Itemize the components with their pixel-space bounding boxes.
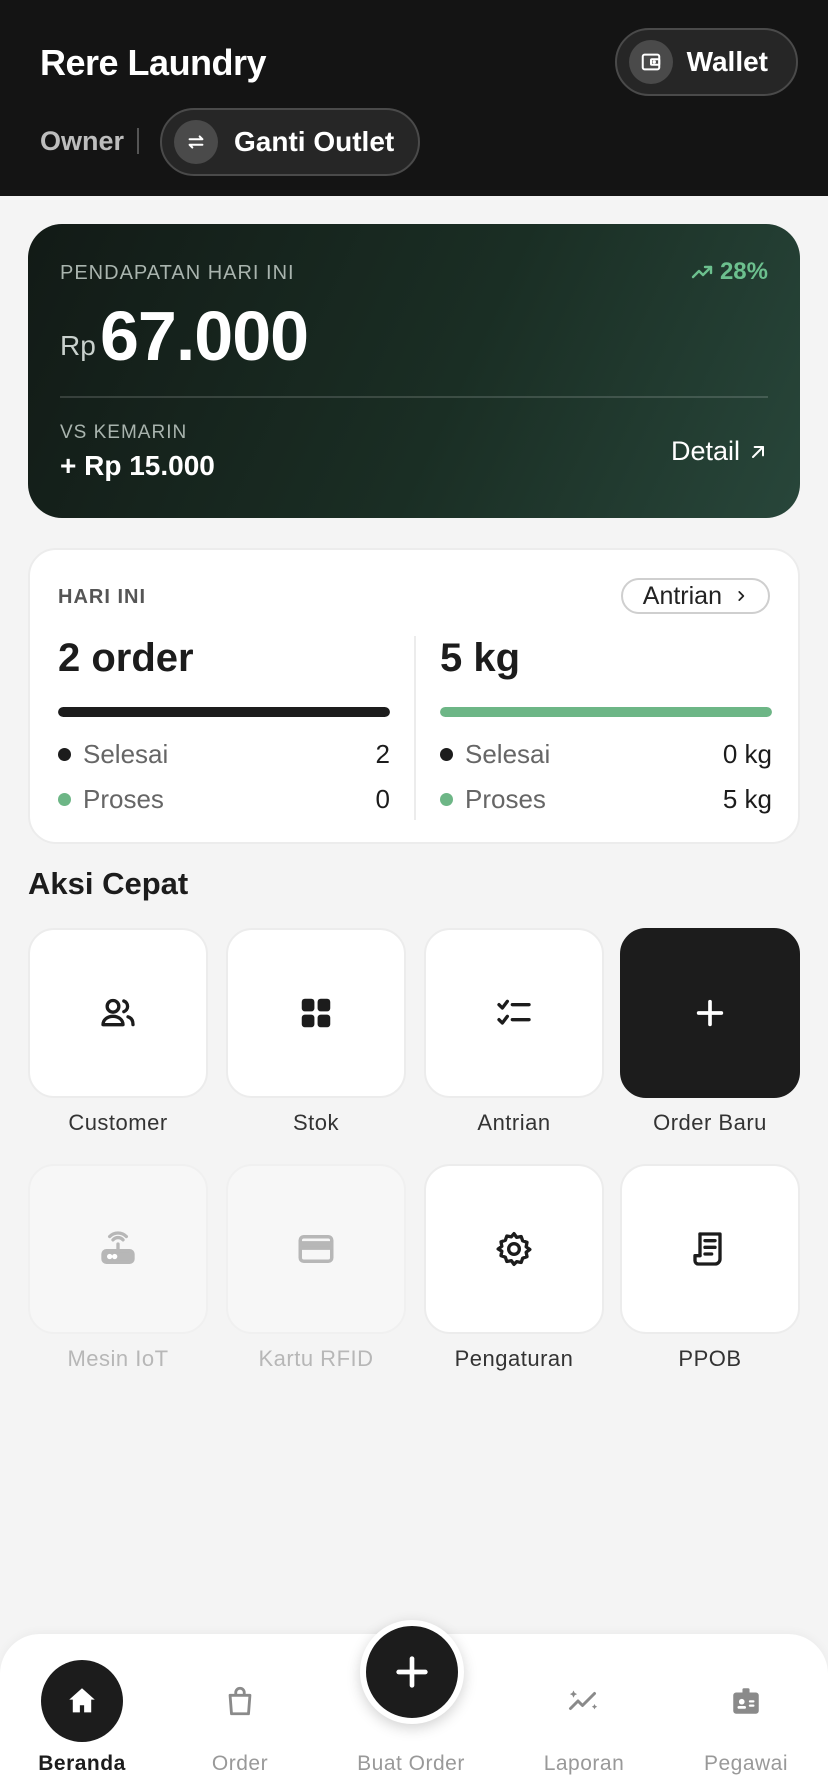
quick-action-label: Mesin IoT bbox=[67, 1346, 169, 1371]
quick-action-new-order[interactable] bbox=[620, 928, 800, 1098]
receipt-icon bbox=[693, 1232, 722, 1266]
quick-action-label: Pengaturan bbox=[454, 1346, 574, 1371]
nav-label: Buat Order bbox=[357, 1752, 465, 1775]
trend-value: 28% bbox=[719, 258, 768, 285]
orders-done-row: Selesai 2 bbox=[58, 739, 390, 770]
user-role: Owner bbox=[40, 126, 125, 156]
column-divider bbox=[414, 636, 416, 820]
quick-action-iot-machine[interactable] bbox=[28, 1164, 208, 1334]
quick-action-label: Customer bbox=[68, 1110, 168, 1135]
weight-process-value: 5 kg bbox=[722, 784, 772, 814]
orders-progress-fill bbox=[58, 707, 390, 717]
trend-up-icon bbox=[691, 265, 713, 279]
users-icon bbox=[101, 998, 135, 1027]
badge-icon bbox=[705, 1660, 787, 1742]
weight-done-value: 0 kg bbox=[722, 739, 772, 769]
header-divider bbox=[137, 128, 139, 154]
quick-action-rfid-card[interactable] bbox=[226, 1164, 406, 1334]
orders-column: 2 order Selesai 2 Proses 0 bbox=[58, 636, 390, 815]
detail-label: Detail bbox=[670, 436, 740, 466]
app-title: Rere Laundry bbox=[40, 42, 267, 83]
status-dot-done bbox=[58, 748, 71, 761]
swap-icon bbox=[174, 120, 218, 164]
orders-process-row: Proses 0 bbox=[58, 784, 390, 815]
status-dot-process bbox=[440, 793, 453, 806]
card-icon bbox=[298, 1235, 334, 1263]
home-icon bbox=[41, 1660, 123, 1742]
orders-done-label: Selesai bbox=[83, 739, 169, 769]
quick-actions-title: Aksi Cepat bbox=[28, 866, 189, 901]
arrow-up-right-icon bbox=[752, 445, 764, 458]
today-label: HARI INI bbox=[58, 586, 146, 608]
vs-yesterday-label: VS KEMARIN bbox=[60, 422, 188, 443]
app-header: Rere Laundry Wallet Owner Ganti Outlet bbox=[0, 0, 828, 196]
quick-action-ppob[interactable] bbox=[620, 1164, 800, 1334]
nav-label: Pegawai bbox=[703, 1752, 789, 1775]
weight-total: 5 kg bbox=[440, 636, 521, 680]
nav-label: Beranda bbox=[38, 1752, 126, 1775]
wallet-label: Wallet bbox=[686, 46, 768, 77]
weight-done-label: Selesai bbox=[465, 739, 551, 769]
quick-action-label: Order Baru bbox=[653, 1110, 767, 1135]
quick-action-label: Kartu RFID bbox=[258, 1346, 374, 1371]
status-dot-done bbox=[440, 748, 453, 761]
weight-process-label: Proses bbox=[465, 784, 546, 814]
quick-action-settings[interactable] bbox=[424, 1164, 604, 1334]
quick-action-customer[interactable] bbox=[28, 928, 208, 1098]
queue-button[interactable]: Antrian bbox=[620, 578, 770, 614]
wallet-icon bbox=[628, 40, 673, 84]
bag-icon bbox=[199, 1660, 281, 1742]
orders-process-value: 0 bbox=[375, 784, 390, 814]
quick-action-queue[interactable] bbox=[424, 928, 604, 1098]
switch-outlet-label: Ganti Outlet bbox=[234, 126, 395, 157]
vs-yesterday-value: + Rp 15.000 bbox=[60, 450, 215, 481]
orders-process-label: Proses bbox=[83, 784, 164, 814]
weight-done-row: Selesai 0 kg bbox=[440, 739, 772, 770]
quick-action-label: Antrian bbox=[477, 1110, 551, 1135]
revenue-amount: 67.000 bbox=[100, 297, 309, 375]
plus-icon bbox=[696, 999, 724, 1027]
orders-progress-bar bbox=[58, 707, 390, 717]
sparkline-icon bbox=[543, 1660, 625, 1742]
weight-progress-fill bbox=[440, 707, 772, 717]
revenue-separator bbox=[60, 396, 768, 398]
gear-icon bbox=[496, 1232, 532, 1266]
checklist-icon bbox=[497, 999, 531, 1025]
weight-column: 5 kg Selesai 0 kg Proses 5 kg bbox=[440, 636, 772, 815]
queue-label: Antrian bbox=[642, 581, 722, 610]
orders-total: 2 order bbox=[58, 636, 194, 680]
quick-action-label: Stok bbox=[292, 1110, 340, 1135]
quick-action-label: PPOB bbox=[678, 1346, 742, 1371]
router-icon bbox=[101, 1231, 135, 1264]
revenue-trend: 28% bbox=[690, 258, 768, 286]
weight-progress-bar bbox=[440, 707, 772, 717]
create-order-fab[interactable] bbox=[360, 1620, 464, 1724]
wallet-button[interactable]: Wallet bbox=[614, 28, 798, 96]
revenue-currency: Rp bbox=[60, 330, 96, 361]
status-dot-process bbox=[58, 793, 71, 806]
nav-label: Laporan bbox=[543, 1752, 625, 1775]
nav-label: Order bbox=[211, 1752, 269, 1775]
revenue-card: PENDAPATAN HARI INI 28% Rp 67.000 VS KEM… bbox=[28, 224, 800, 518]
today-summary-card: HARI INI Antrian 2 order Selesai 2 Prose… bbox=[28, 548, 800, 844]
orders-done-value: 2 bbox=[375, 739, 390, 769]
quick-action-stock[interactable] bbox=[226, 928, 406, 1098]
switch-outlet-button[interactable]: Ganti Outlet bbox=[160, 108, 421, 176]
grid-icon bbox=[301, 998, 331, 1028]
plus-icon bbox=[396, 1656, 428, 1688]
chevron-right-icon bbox=[738, 591, 745, 601]
detail-link[interactable]: Detail bbox=[671, 436, 768, 467]
revenue-label: PENDAPATAN HARI INI bbox=[60, 262, 295, 284]
weight-process-row: Proses 5 kg bbox=[440, 784, 772, 815]
